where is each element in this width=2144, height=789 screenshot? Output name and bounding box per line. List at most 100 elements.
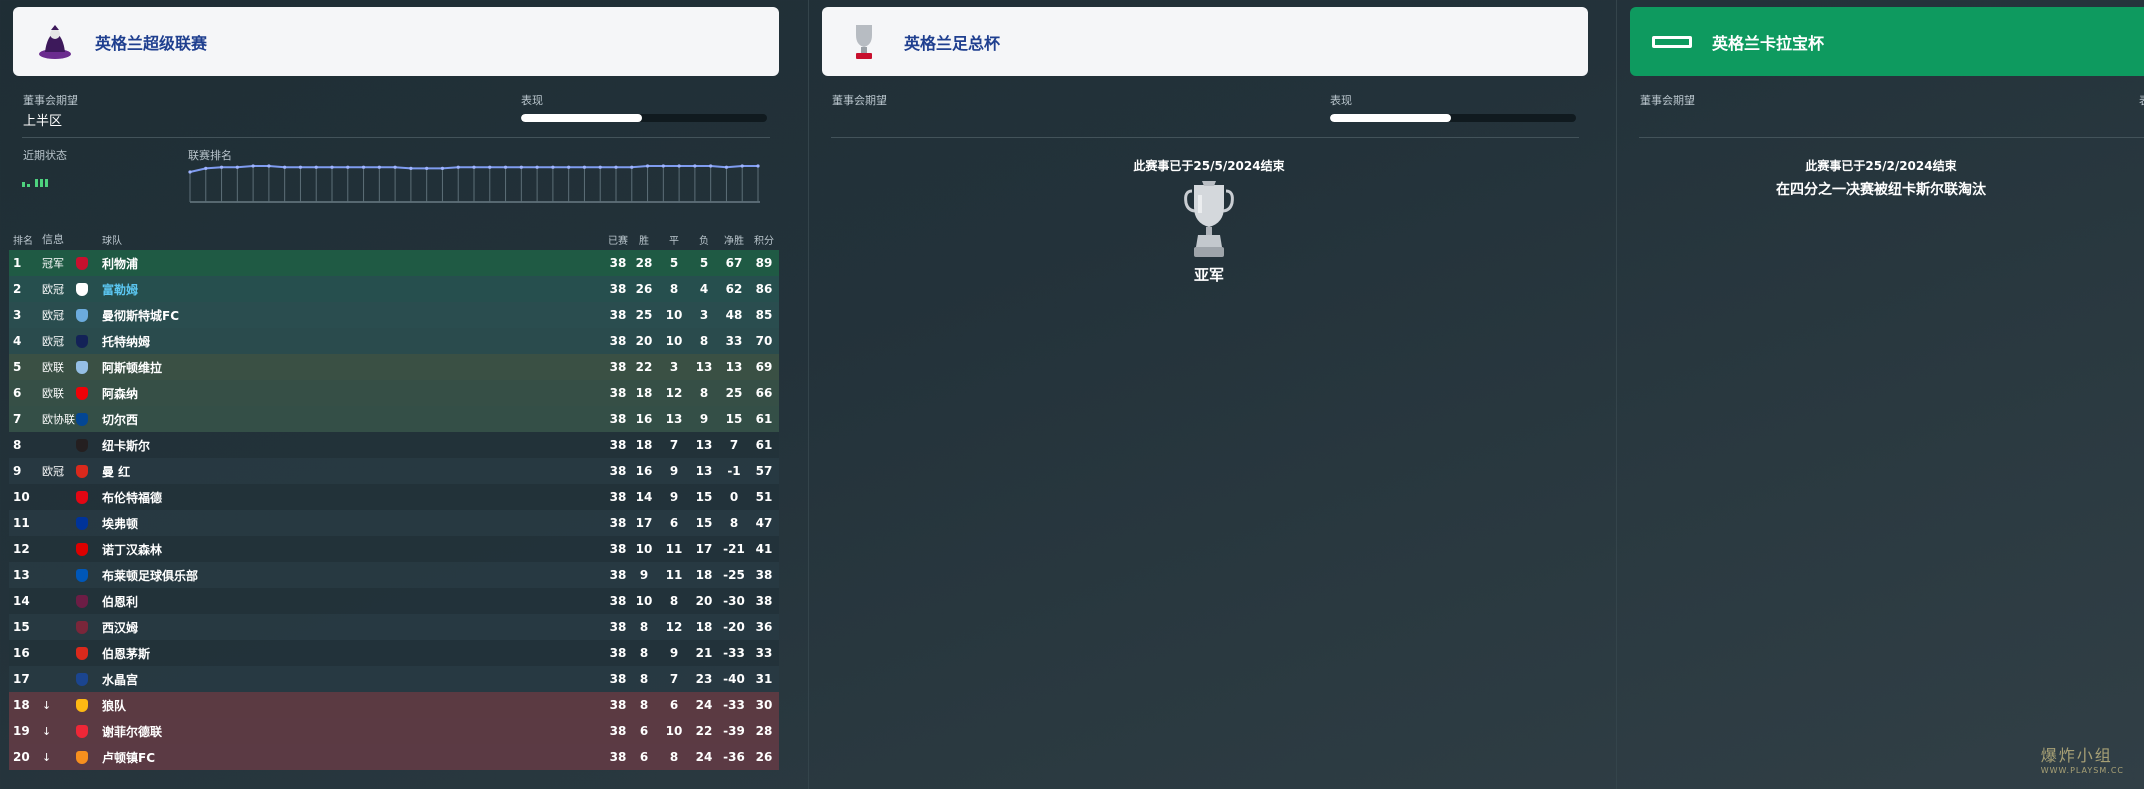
row-badge [76, 334, 102, 348]
table-row[interactable]: 1 冠军 利物浦 38 28 5 5 67 89 [9, 250, 779, 276]
table-row[interactable]: 11 埃弗顿 38 17 6 15 8 47 [9, 510, 779, 536]
club-badge-icon [76, 594, 88, 608]
table-row[interactable]: 20 ↓ 卢顿镇FC 38 6 8 24 -36 26 [9, 744, 779, 770]
row-lost: 18 [695, 568, 713, 582]
row-badge [76, 542, 102, 556]
row-team[interactable]: 伯恩茅斯 [102, 645, 607, 662]
rank-chart-point [346, 165, 350, 169]
fa-cup-panel: 英格兰足总杯 董事会期望 表现 此赛事已于25/5/2024结束 亚军 [808, 0, 1609, 789]
premier-league-header[interactable]: 英格兰超级联赛 [13, 7, 779, 76]
header-lost: 负 [699, 235, 709, 247]
rank-chart-point [661, 164, 665, 168]
row-team[interactable]: 卢顿镇FC [102, 749, 607, 766]
row-pts: 61 [755, 438, 773, 452]
row-drawn: 9 [669, 490, 679, 504]
row-team[interactable]: 曼彻斯特城FC [102, 307, 607, 324]
row-gd: 33 [725, 334, 743, 348]
row-team[interactable]: 诺丁汉森林 [102, 541, 607, 558]
row-team[interactable]: 利物浦 [102, 255, 607, 272]
row-team[interactable]: 切尔西 [102, 411, 607, 428]
row-team[interactable]: 布莱顿足球俱乐部 [102, 567, 607, 584]
table-row[interactable]: 2 欧冠 富勒姆 38 26 8 4 62 86 [9, 276, 779, 302]
row-pts: 86 [755, 282, 773, 296]
table-row[interactable]: 15 西汉姆 38 8 12 18 -20 36 [9, 614, 779, 640]
rank-chart-point [251, 164, 255, 168]
row-team[interactable]: 狼队 [102, 697, 607, 714]
table-row[interactable]: 9 欧冠 曼 红 38 16 9 13 -1 57 [9, 458, 779, 484]
table-row[interactable]: 18 ↓ 狼队 38 8 6 24 -33 30 [9, 692, 779, 718]
header-pos: 排名 [13, 235, 33, 247]
club-badge-icon [76, 438, 88, 452]
competition-ended-text: 此赛事已于25/5/2024结束 [1133, 159, 1285, 173]
table-row[interactable]: 13 布莱顿足球俱乐部 38 9 11 18 -25 38 [9, 562, 779, 588]
site-watermark: 爆炸小组 WWW.PLAYSM.CC [2041, 742, 2124, 775]
fa-cup-header[interactable]: 英格兰足总杯 [822, 7, 1588, 76]
rank-chart-point [709, 164, 713, 168]
row-team[interactable]: 水晶宫 [102, 671, 607, 688]
table-row[interactable]: 6 欧联 阿森纳 38 18 12 8 25 66 [9, 380, 779, 406]
row-played: 38 [609, 490, 627, 504]
row-drawn: 9 [669, 646, 679, 660]
table-row[interactable]: 19 ↓ 谢菲尔德联 38 6 10 22 -39 28 [9, 718, 779, 744]
row-team[interactable]: 谢菲尔德联 [102, 723, 607, 740]
row-team[interactable]: 托特纳姆 [102, 333, 607, 350]
rank-chart-point [567, 165, 571, 169]
row-pts: 66 [755, 386, 773, 400]
row-played: 38 [609, 594, 627, 608]
watermark-text: 爆炸小组 [2040, 746, 2113, 765]
table-row[interactable]: 5 欧联 阿斯顿维拉 38 22 3 13 13 69 [9, 354, 779, 380]
row-drawn: 13 [665, 412, 683, 426]
row-team[interactable]: 富勒姆 [102, 281, 607, 298]
row-won: 20 [635, 334, 653, 348]
header-drawn: 平 [669, 235, 679, 247]
row-badge [76, 256, 102, 270]
row-team[interactable]: 埃弗顿 [102, 515, 607, 532]
table-row[interactable]: 14 伯恩利 38 10 8 20 -30 38 [9, 588, 779, 614]
table-row[interactable]: 7 欧协联 切尔西 38 16 13 9 15 61 [9, 406, 779, 432]
performance-bar-fill [521, 114, 642, 122]
row-badge [76, 516, 102, 530]
table-row[interactable]: 8 纽卡斯尔 38 18 7 13 7 61 [9, 432, 779, 458]
row-team[interactable]: 阿森纳 [102, 385, 607, 402]
table-row[interactable]: 17 水晶宫 38 8 7 23 -40 31 [9, 666, 779, 692]
league-rank-chart[interactable] [188, 160, 766, 208]
table-row[interactable]: 10 布伦特福德 38 14 9 15 0 51 [9, 484, 779, 510]
row-played: 38 [609, 568, 627, 582]
club-badge-icon [76, 308, 88, 322]
rank-chart-point [425, 166, 429, 170]
row-team[interactable]: 西汉姆 [102, 619, 607, 636]
performance-bar [1330, 114, 1576, 122]
row-team[interactable]: 伯恩利 [102, 593, 607, 610]
row-badge [76, 438, 102, 452]
row-info: 欧冠 [42, 283, 64, 296]
table-row[interactable]: 12 诺丁汉森林 38 10 11 17 -21 41 [9, 536, 779, 562]
row-team[interactable]: 阿斯顿维拉 [102, 359, 607, 376]
rank-chart-point [472, 165, 476, 169]
row-gd: -1 [727, 464, 741, 478]
row-pts: 47 [755, 516, 773, 530]
carabao-cup-header[interactable]: 英格兰卡拉宝杯 [1630, 7, 2144, 76]
board-expectation-label: 董事会期望 [1640, 94, 1695, 107]
row-pts: 51 [755, 490, 773, 504]
rank-chart-point [551, 165, 555, 169]
rank-chart-point [440, 166, 445, 170]
row-pos: 11 [13, 516, 30, 530]
performance-label: 表现 [1330, 94, 1352, 107]
club-badge-icon [76, 412, 88, 426]
row-info: ↓ [42, 698, 52, 712]
row-team[interactable]: 曼 红 [102, 463, 607, 480]
table-row[interactable]: 16 伯恩茅斯 38 8 9 21 -33 33 [9, 640, 779, 666]
club-badge-icon [76, 568, 88, 582]
row-team[interactable]: 布伦特福德 [102, 489, 607, 506]
carabao-cup-panel: 英格兰卡拉宝杯 董事会期望 表 此赛事已于25/2/2024结束 在四分之一决赛… [1616, 0, 2144, 789]
table-header: 排名 信息 球队 已赛 胜 平 负 净胜 积分 [9, 228, 779, 250]
row-pts: 38 [755, 594, 773, 608]
table-row[interactable]: 4 欧冠 托特纳姆 38 20 10 8 33 70 [9, 328, 779, 354]
row-played: 38 [609, 516, 627, 530]
row-played: 38 [609, 750, 627, 764]
row-drawn: 11 [665, 542, 683, 556]
row-pos: 4 [13, 334, 22, 348]
table-row[interactable]: 3 欧冠 曼彻斯特城FC 38 25 10 3 48 85 [9, 302, 779, 328]
row-played: 38 [609, 360, 627, 374]
row-team[interactable]: 纽卡斯尔 [102, 437, 607, 454]
